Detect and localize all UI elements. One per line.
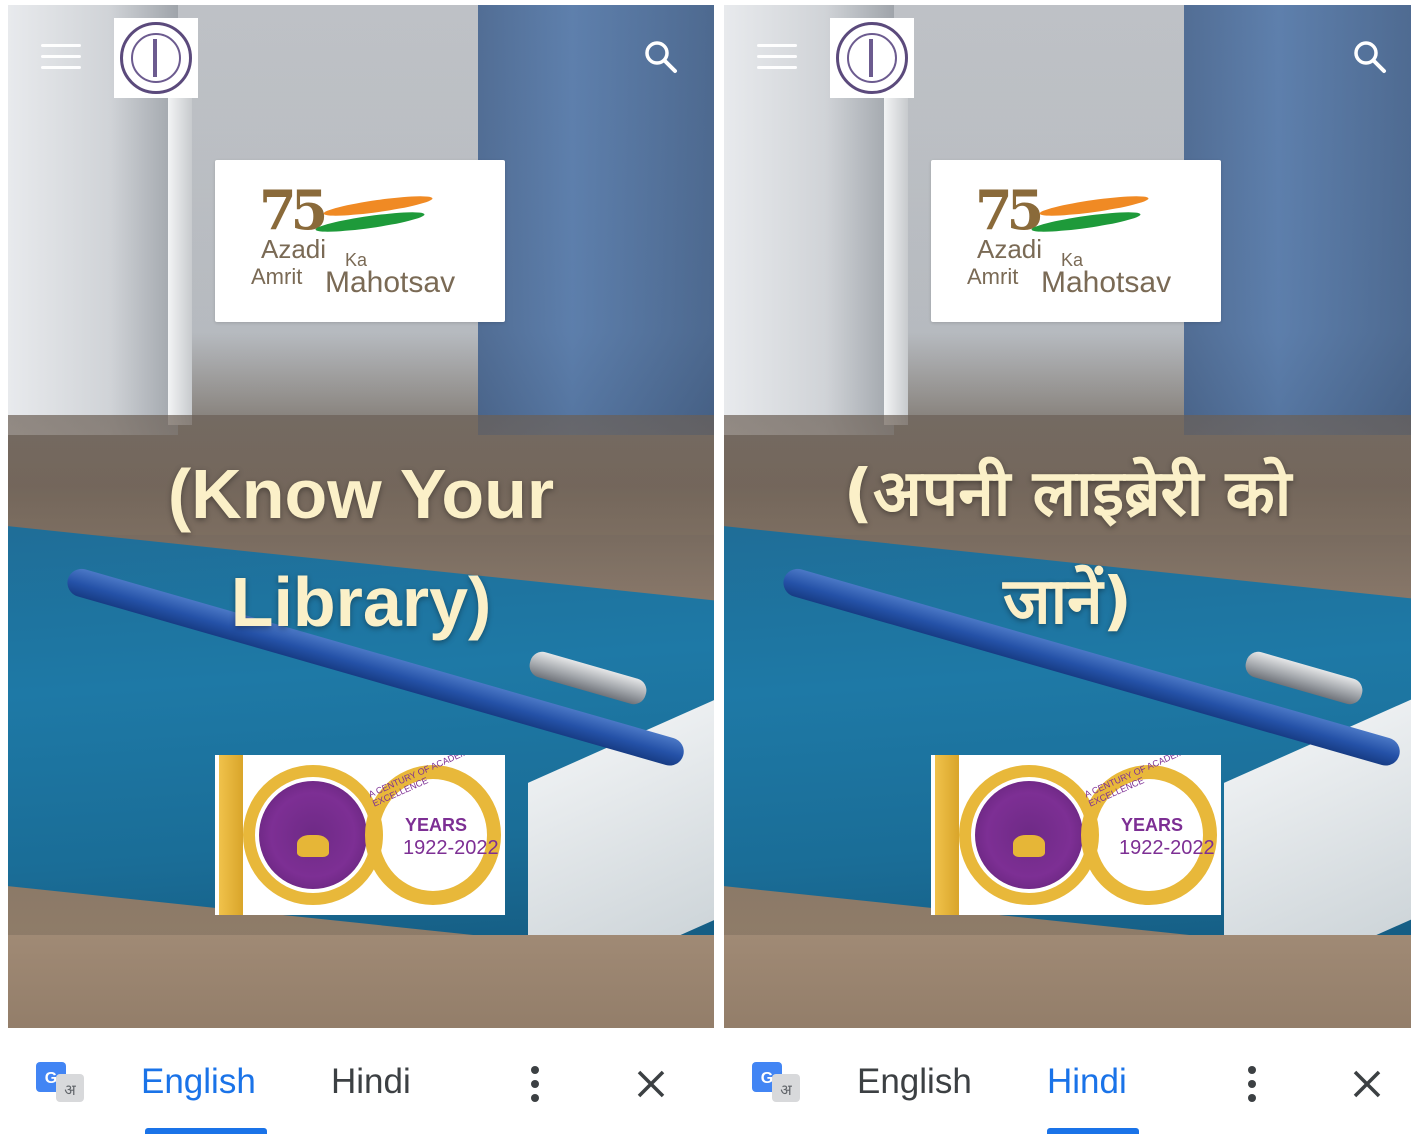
azadi-ka-amrit-mahotsav-logo: 75 Azadi Ka Amrit Mahotsav: [215, 160, 505, 322]
emblem-icon: [120, 22, 192, 94]
active-tab-indicator: [145, 1128, 267, 1134]
site-logo[interactable]: [114, 18, 198, 98]
lang-tab-english[interactable]: English: [141, 1062, 256, 1102]
search-icon[interactable]: [644, 40, 678, 74]
emblem-icon: [836, 22, 908, 94]
svg-text:अ: अ: [780, 1081, 792, 1099]
screenshot-panel-hindi: 75 Azadi Ka Amrit Mahotsav (अपनी लाइब्रे…: [724, 0, 1411, 1134]
google-translate-icon[interactable]: G अ: [36, 1062, 86, 1104]
site-logo[interactable]: [830, 18, 914, 98]
du-centenary-logo: A CENTURY OF ACADEMIC EXCELLENCE YEARS 1…: [931, 755, 1221, 915]
svg-text:अ: अ: [64, 1081, 76, 1099]
close-icon[interactable]: [635, 1068, 667, 1100]
more-vert-icon[interactable]: [530, 1066, 540, 1104]
du-centenary-logo: A CENTURY OF ACADEMIC EXCELLENCE YEARS 1…: [215, 755, 505, 915]
lang-tab-hindi[interactable]: Hindi: [331, 1062, 411, 1102]
menu-icon[interactable]: [757, 44, 797, 74]
more-vert-icon[interactable]: [1247, 1066, 1257, 1104]
screenshot-panel-english: 75 Azadi Ka Amrit Mahotsav (Know Your Li…: [8, 0, 714, 1134]
azadi-ka-amrit-mahotsav-logo: 75 Azadi Ka Amrit Mahotsav: [931, 160, 1221, 322]
page-headline: (Know Your Library): [167, 455, 555, 641]
lang-tab-hindi[interactable]: Hindi: [1047, 1062, 1127, 1102]
menu-icon[interactable]: [41, 44, 81, 74]
search-icon[interactable]: [1353, 40, 1387, 74]
svg-text:G: G: [45, 1070, 57, 1087]
svg-text:G: G: [761, 1070, 773, 1087]
page-headline: (अपनी लाइब्रेरी को जानें): [843, 457, 1292, 639]
lang-tab-english[interactable]: English: [857, 1062, 972, 1102]
active-tab-indicator: [1047, 1128, 1139, 1134]
close-icon[interactable]: [1351, 1068, 1383, 1100]
google-translate-icon[interactable]: G अ: [752, 1062, 802, 1104]
